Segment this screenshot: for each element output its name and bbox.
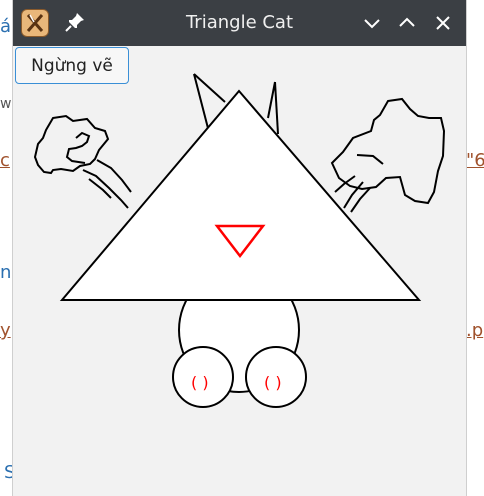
background-text-fragment: w [0,96,12,112]
left-foot-marks: ( ) [191,373,209,392]
right-paw-scribble [330,97,446,205]
background-link-fragment: c [0,150,10,171]
background-link-fragment: .p [466,320,484,341]
right-ear-stroke-inner [274,81,279,135]
left-paw-scribble-inner [65,131,91,164]
right-paw-motion-line [334,175,356,193]
stop-drawing-button[interactable]: Ngừng vẽ [15,47,129,84]
maximize-chevron-icon[interactable] [395,11,419,35]
left-paw-motion-line [88,178,112,199]
title-bar[interactable]: Triangle Cat [13,0,466,46]
close-icon[interactable] [431,11,455,35]
background-link-fragment: "6 [466,150,484,171]
drawing-canvas: ( ) ( ) [33,73,446,408]
background-link-fragment: y [0,320,11,341]
right-foot-marks: ( ) [264,373,282,392]
right-paw-scribble-inner [356,154,384,165]
left-ear-stroke-inner [193,73,226,103]
left-paw-scribble [33,114,110,175]
left-paw-motion-line [82,169,129,209]
right-ear-stroke [267,81,276,119]
triangle-cat-window: Triangle Cat () () Ngừng vẽ [12,0,467,496]
minimize-chevron-icon[interactable] [360,11,384,35]
background-text-fragment: n [0,262,12,283]
left-paw-motion-line [96,159,132,193]
